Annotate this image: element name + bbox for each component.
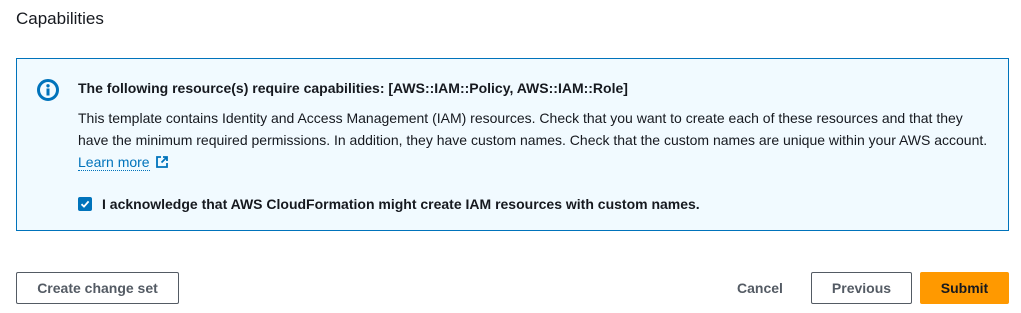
acknowledge-label[interactable]: I acknowledge that AWS CloudFormation mi… — [102, 196, 700, 212]
submit-button[interactable]: Submit — [920, 272, 1009, 304]
cancel-button[interactable]: Cancel — [722, 272, 798, 304]
alert-heading: The following resource(s) require capabi… — [78, 80, 628, 96]
create-change-set-button[interactable]: Create change set — [16, 272, 179, 304]
acknowledge-checkbox[interactable] — [78, 197, 92, 211]
section-title: Capabilities — [16, 9, 104, 28]
external-link-icon[interactable] — [155, 153, 169, 168]
capabilities-alert: The following resource(s) require capabi… — [16, 58, 1009, 231]
learn-more-link[interactable]: Learn more — [78, 154, 150, 171]
checkmark-icon — [80, 200, 90, 208]
alert-body-text: This template contains Identity and Acce… — [78, 110, 988, 148]
info-icon — [37, 79, 59, 101]
acknowledge-row[interactable]: I acknowledge that AWS CloudFormation mi… — [78, 196, 700, 212]
alert-body: This template contains Identity and Acce… — [78, 107, 993, 173]
previous-button[interactable]: Previous — [811, 272, 912, 304]
